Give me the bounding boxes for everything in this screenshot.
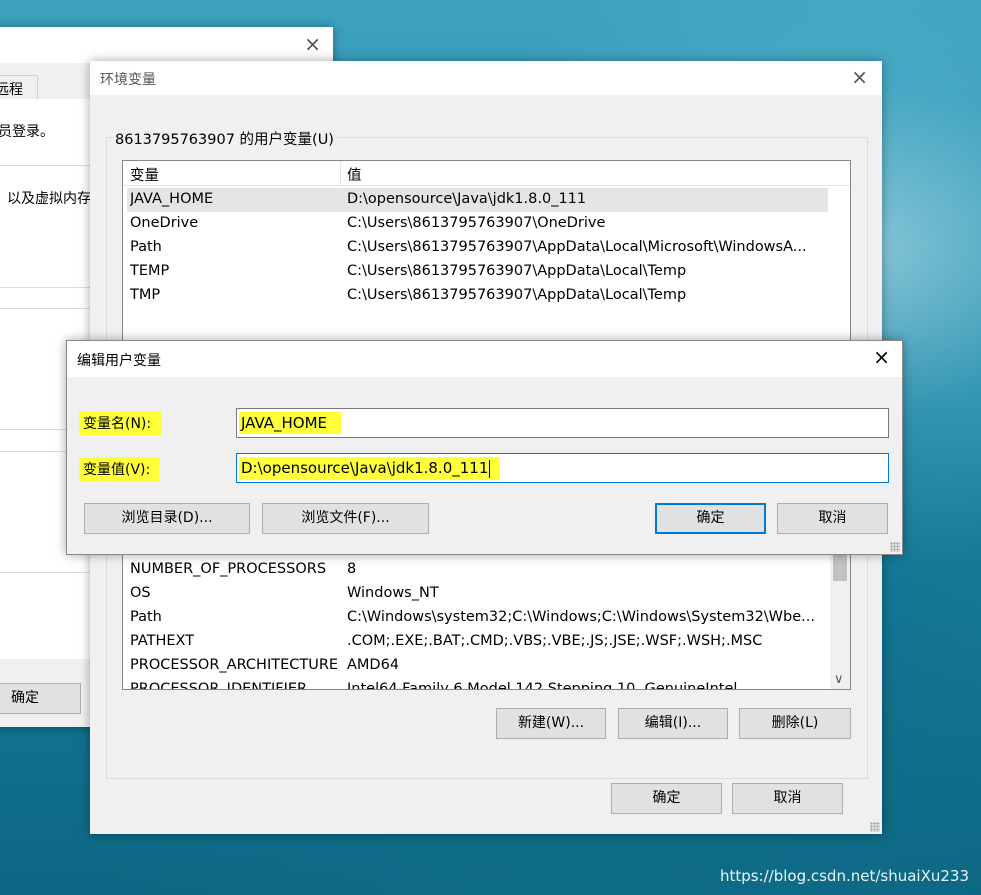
var-name: PATHEXT <box>130 633 195 649</box>
tab-remote[interactable]: 远程 <box>0 75 38 100</box>
edit-user-var-dialog: 编辑用户变量 × 变量名(N): JAVA_HOME 变量值(V): D:\op… <box>66 340 903 555</box>
table-row[interactable]: PATHEXT .COM;.EXE;.BAT;.CMD;.VBS;.VBE;.J… <box>127 630 828 654</box>
cancel-button[interactable]: 取消 <box>732 783 843 814</box>
close-icon[interactable]: × <box>873 345 890 369</box>
var-value: D:\opensource\Java\jdk1.8.0_111 <box>347 191 587 207</box>
ok-button[interactable]: 确定 <box>611 783 722 814</box>
table-row[interactable]: Path C:\Windows\system32;C:\Windows;C:\W… <box>127 606 828 630</box>
text-caret <box>489 459 491 478</box>
table-row[interactable]: Path C:\Users\8613795763907\AppData\Loca… <box>127 236 828 260</box>
variable-value-input-text: D:\opensource\Java\jdk1.8.0_111 <box>241 459 489 477</box>
system-vars-list[interactable]: NUMBER_OF_PROCESSORS 8 OS Windows_NT Pat… <box>122 554 851 690</box>
watermark: https://blog.csdn.net/shuaiXu233 <box>719 867 969 885</box>
ok-button[interactable]: 确定 <box>0 683 81 714</box>
var-value: .COM;.EXE;.BAT;.CMD;.VBS;.VBE;.JS;.JSE;.… <box>347 633 763 649</box>
var-name: TEMP <box>130 263 170 279</box>
table-row[interactable]: PROCESSOR_ARCHITECTURE AMD64 <box>127 654 828 678</box>
column-divider[interactable] <box>340 161 341 185</box>
variable-value-text: D:\opensource\Java\jdk1.8.0_111 <box>239 457 501 480</box>
edit-dialog-titlebar: 编辑用户变量 × <box>67 341 902 377</box>
table-row[interactable]: TEMP C:\Users\8613795763907\AppData\Loca… <box>127 260 828 284</box>
var-name: TMP <box>130 287 161 303</box>
var-value: C:\Users\8613795763907\AppData\Local\Tem… <box>347 287 687 303</box>
variable-value-field[interactable]: D:\opensource\Java\jdk1.8.0_111 <box>236 453 889 483</box>
admin-login-text: 员登录。 <box>0 124 54 140</box>
user-vars-group-label: 8613795763907 的用户变量(U) <box>112 128 337 149</box>
delete-button[interactable]: 删除(L) <box>739 708 851 739</box>
var-value: Windows_NT <box>347 585 439 601</box>
var-name: NUMBER_OF_PROCESSORS <box>130 561 327 577</box>
table-row[interactable]: TMP C:\Users\8613795763907\AppData\Local… <box>127 284 828 308</box>
virtual-memory-text: 以及虚拟内存 <box>7 191 91 207</box>
table-row[interactable]: OneDrive C:\Users\8613795763907\OneDrive <box>127 212 828 236</box>
column-header-variable[interactable]: 变量 <box>130 164 159 185</box>
var-value: C:\Users\8613795763907\AppData\Local\Tem… <box>347 263 687 279</box>
table-row[interactable]: NUMBER_OF_PROCESSORS 8 <box>127 558 828 582</box>
var-value: C:\Users\8613795763907\OneDrive <box>347 215 606 231</box>
var-name: OneDrive <box>130 215 199 231</box>
env-vars-titlebar: 环境变量 × <box>90 61 882 95</box>
table-row[interactable]: PROCESSOR_IDENTIFIER Intel64 Family 6 Mo… <box>127 678 828 690</box>
chevron-down-icon[interactable]: ∨ <box>834 672 844 687</box>
cancel-button[interactable]: 取消 <box>777 503 888 534</box>
edit-dialog-title: 编辑用户变量 <box>77 353 161 369</box>
resize-grip-icon[interactable] <box>870 822 880 832</box>
edit-button[interactable]: 编辑(I)... <box>618 708 728 739</box>
env-vars-title: 环境变量 <box>100 72 156 88</box>
var-name: PROCESSOR_ARCHITECTURE <box>130 657 339 673</box>
var-name: Path <box>130 609 162 625</box>
variable-value-label: 变量值(V): <box>79 457 161 481</box>
tab-remote-label: 远程 <box>0 82 23 98</box>
var-value: 8 <box>347 561 357 577</box>
variable-name-field[interactable]: JAVA_HOME <box>236 408 889 438</box>
var-value: C:\Users\8613795763907\AppData\Local\Mic… <box>347 239 807 255</box>
var-value: AMD64 <box>347 657 400 673</box>
resize-grip-icon[interactable] <box>890 542 900 552</box>
var-name: PROCESSOR_IDENTIFIER <box>130 681 308 690</box>
close-icon[interactable]: × <box>851 65 868 89</box>
variable-name-label: 变量名(N): <box>79 411 162 435</box>
var-name: Path <box>130 239 162 255</box>
vertical-scrollbar[interactable]: ∨ <box>830 555 850 689</box>
table-row[interactable]: OS Windows_NT <box>127 582 828 606</box>
browse-file-button[interactable]: 浏览文件(F)... <box>262 503 429 534</box>
new-button[interactable]: 新建(W)... <box>496 708 606 739</box>
var-name: OS <box>130 585 151 601</box>
table-row[interactable]: JAVA_HOME D:\opensource\Java\jdk1.8.0_11… <box>127 188 828 212</box>
var-value: Intel64 Family 6 Model 142 Stepping 10, … <box>347 681 738 690</box>
scrollbar-thumb[interactable] <box>833 555 847 581</box>
close-icon[interactable]: × <box>304 32 321 56</box>
var-name: JAVA_HOME <box>130 191 214 207</box>
variable-name-value: JAVA_HOME <box>239 412 342 434</box>
browse-directory-button[interactable]: 浏览目录(D)... <box>84 503 250 534</box>
user-vars-header: 变量 值 <box>123 161 850 186</box>
column-header-value[interactable]: 值 <box>347 164 362 185</box>
var-value: C:\Windows\system32;C:\Windows;C:\Window… <box>347 609 815 625</box>
system-properties-titlebar: × <box>0 27 333 63</box>
ok-button[interactable]: 确定 <box>655 503 766 534</box>
